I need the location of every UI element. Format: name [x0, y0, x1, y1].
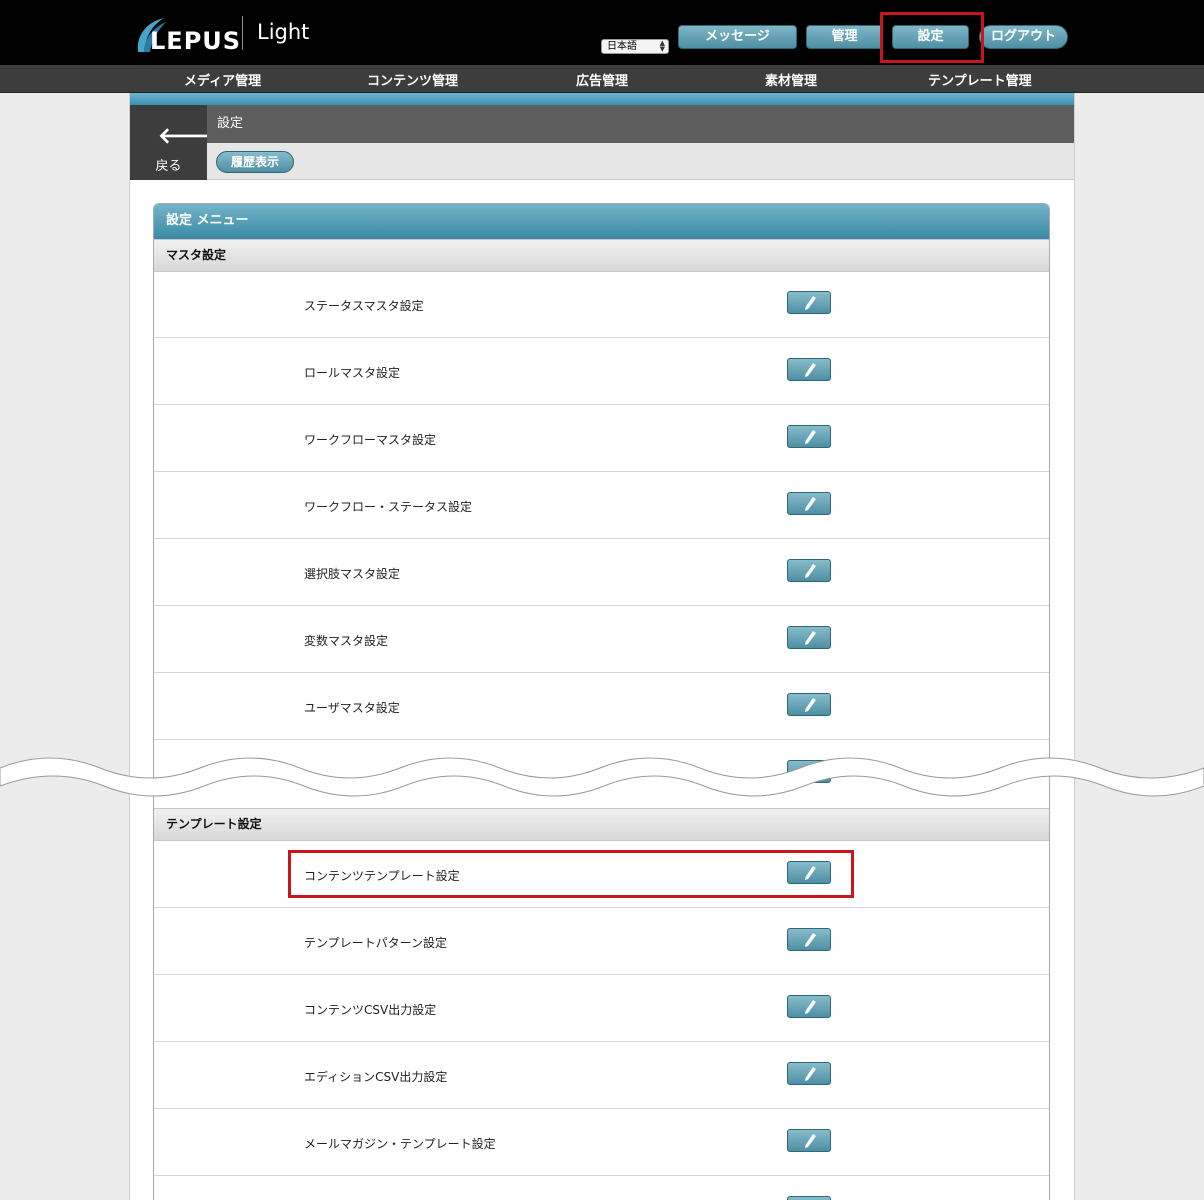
section-header-master: マスタ設定: [154, 239, 1049, 272]
menu-item-label: コンテンツCSV出力設定: [304, 1003, 437, 1017]
history-button[interactable]: 履歴表示: [216, 151, 294, 173]
edit-button[interactable]: [787, 693, 831, 716]
menu-item-label: ステータスマスタ設定: [304, 299, 424, 313]
menu-row: ワークフローマスタ設定: [154, 405, 1049, 472]
edit-button[interactable]: [787, 995, 831, 1018]
menu-row: テンプレートパターン設定: [154, 908, 1049, 975]
back-button[interactable]: 🡐 戻る: [130, 105, 217, 180]
logo-text: LEPUS: [150, 27, 242, 55]
product-name: Light: [257, 20, 310, 44]
edit-button[interactable]: [787, 1129, 831, 1152]
menu-item-label: エディションCSV出力設定: [304, 1070, 448, 1084]
menu-row: ロールマスタ設定: [154, 338, 1049, 405]
lepus-logo[interactable]: LEPUS Light: [132, 14, 332, 55]
logout-button[interactable]: ログアウト: [979, 25, 1068, 49]
menu-row: ステータスマスタ設定: [154, 271, 1049, 338]
menu-item-label: テンプレートパターン設定: [304, 936, 448, 950]
menu-item-label: ユーザマスタ設定: [304, 701, 400, 715]
pencil-icon: [805, 564, 816, 578]
pencil-icon: [805, 1000, 816, 1014]
admin-button[interactable]: 管理: [806, 25, 883, 49]
page-title: 設定: [207, 105, 1074, 143]
settings-menu-panel: 設定 メニュー マスタ設定 ステータスマスタ設定 ロールマスタ設定ワークフローマス…: [153, 203, 1050, 1200]
section-header-template: テンプレート設定: [154, 808, 1049, 841]
menu-item-label: 選択肢マスタ設定: [304, 567, 401, 581]
panel-title: 設定 メニュー: [154, 204, 1049, 239]
edit-button[interactable]: [787, 1062, 831, 1085]
top-header: LEPUS Light 日本語 ▲ ▼ メッセージ 管理 設定 ログアウト: [0, 0, 1204, 65]
menu-row: エディションCSV出力設定: [154, 1042, 1049, 1109]
edit-button[interactable]: [787, 559, 831, 582]
menu-item-label: 変数マスタ設定: [304, 634, 389, 648]
pencil-icon: [805, 296, 816, 310]
pencil-icon: [805, 933, 816, 947]
message-button[interactable]: メッセージ: [678, 25, 797, 49]
pencil-icon: [805, 631, 816, 645]
menu-row: 変数マスタ設定: [154, 606, 1049, 673]
select-arrows-icon: ▲ ▼: [659, 39, 665, 53]
menu-row-truncated: [154, 1176, 1049, 1200]
menu-item-label: メールマガジン・テンプレート設定: [304, 1137, 496, 1151]
pencil-icon: [805, 363, 816, 377]
edit-button[interactable]: [787, 358, 831, 381]
page-subbar: 履歴表示: [207, 143, 1074, 180]
logo-divider: [242, 16, 243, 50]
back-label: 戻る: [155, 159, 182, 174]
language-select[interactable]: 日本語 ▲ ▼: [601, 39, 669, 54]
pencil-icon: [805, 497, 816, 511]
edit-button[interactable]: [787, 626, 831, 649]
pencil-icon: [805, 430, 816, 444]
page-break-wave: [0, 757, 1204, 797]
settings-highlight-box: [880, 12, 984, 63]
edit-button[interactable]: [787, 425, 831, 448]
nav-item-assets[interactable]: 素材管理: [765, 70, 817, 89]
page-top-stripe: [130, 93, 1074, 105]
main-nav: メディア管理 コンテンツ管理 広告管理 素材管理 テンプレート管理: [0, 65, 1204, 93]
edit-button[interactable]: [787, 928, 831, 951]
pencil-icon: [805, 698, 816, 712]
edit-button[interactable]: [787, 1196, 831, 1200]
menu-item-label: ロールマスタ設定: [304, 366, 401, 380]
menu-row: ワークフロー・ステータス設定: [154, 472, 1049, 539]
nav-item-media[interactable]: メディア管理: [184, 70, 261, 89]
nav-item-ads[interactable]: 広告管理: [576, 70, 628, 89]
content-template-highlight-box: [288, 850, 854, 898]
pencil-icon: [805, 1134, 816, 1148]
language-select-value: 日本語: [607, 41, 637, 52]
pencil-icon: [805, 1067, 816, 1081]
nav-item-contents[interactable]: コンテンツ管理: [367, 70, 458, 89]
menu-item-label: ワークフロー・ステータス設定: [304, 500, 473, 514]
menu-row: コンテンツCSV出力設定: [154, 975, 1049, 1042]
menu-row: メールマガジン・テンプレート設定: [154, 1109, 1049, 1176]
edit-button[interactable]: [787, 492, 831, 515]
menu-item-label: ワークフローマスタ設定: [304, 433, 437, 447]
nav-item-templates[interactable]: テンプレート管理: [928, 70, 1032, 89]
menu-row: 選択肢マスタ設定: [154, 539, 1049, 606]
edit-button[interactable]: [787, 291, 831, 314]
menu-row: ユーザマスタ設定: [154, 673, 1049, 740]
